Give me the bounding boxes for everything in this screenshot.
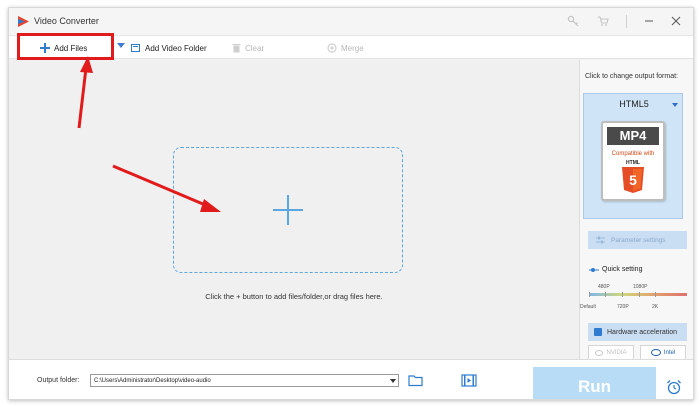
html-label: HTML [626,160,640,166]
clear-label: Clear [245,43,265,53]
slider-icon [589,267,599,272]
cart-icon[interactable] [597,15,609,27]
parameter-settings-button[interactable]: Parameter settings [588,231,687,249]
hw-accel-label: Hardware acceleration [607,328,678,336]
trash-icon [232,44,241,53]
compatible-label: Compatible with [611,151,655,157]
nvidia-button[interactable]: NVIDIA [588,345,634,360]
slider-tick-2k [655,292,656,297]
alarm-clock-icon[interactable] [666,379,682,395]
tick-720p: 720P [617,304,629,310]
drop-zone[interactable] [173,147,403,273]
output-format-selector[interactable]: HTML5 MP4 Compatible with HTML 5 [583,93,683,219]
quick-setting-text: Quick setting [602,266,643,273]
slider-tick-1080p [639,292,640,297]
add-files-highlight [17,33,114,60]
close-icon[interactable] [669,14,683,28]
app-window: Video Converter Add Files Add Video Fold… [8,7,694,400]
sliders-icon [596,236,605,244]
format-name: HTML5 [619,99,649,109]
format-dropdown-icon [672,103,678,107]
open-folder-icon[interactable] [408,374,424,387]
quick-setting-label: Quick setting [589,266,642,273]
slider-tick-480p [605,292,606,297]
intel-icon [650,349,661,356]
nvidia-icon [595,349,604,356]
tick-2k: 2K [652,304,659,310]
add-plus-icon-bar [273,209,303,211]
quality-slider[interactable] [589,293,687,296]
video-folder-icon[interactable] [461,374,477,387]
tick-480p: 480P [598,284,610,290]
add-video-folder-label: Add Video Folder [145,43,207,53]
title-bar: Video Converter [9,8,693,35]
intel-button[interactable]: Intel [640,345,686,360]
add-video-folder-button[interactable]: Add Video Folder [131,42,207,54]
add-folder-icon [131,44,140,52]
titlebar-divider [626,15,627,28]
format-caption: Click to change output format: [585,73,678,80]
output-folder-label: Output folder: [37,377,80,384]
run-button[interactable]: Run [533,367,656,399]
minimize-icon[interactable] [642,14,656,28]
slider-tick-default [589,292,590,297]
app-logo [18,16,29,27]
key-icon[interactable] [567,15,579,27]
merge-button[interactable]: Merge [327,42,364,54]
clear-button[interactable]: Clear [232,42,264,54]
tick-default: Default [580,304,596,310]
add-files-dropdown-icon[interactable] [117,43,125,48]
window-title: Video Converter [34,16,99,26]
intel-label: Intel [663,349,676,356]
format-thumbnail: MP4 Compatible with HTML 5 [601,121,665,201]
html5-shield-icon: 5 [622,167,644,193]
parameter-settings-label: Parameter settings [611,236,666,244]
mp4-label: MP4 [607,127,659,145]
output-folder-field[interactable]: C:\Users\Administrator\Desktop\video-aud… [90,374,399,387]
svg-text:5: 5 [629,172,637,188]
merge-label: Merge [341,43,364,53]
nvidia-label: NVIDIA [606,349,627,356]
output-folder-dropdown-icon[interactable] [390,379,396,383]
drop-hint: Click the + button to add files/folder,o… [205,292,383,301]
tick-1080p: 1080P [633,284,648,290]
slider-tick-720p [622,292,623,297]
hardware-acceleration-toggle[interactable]: Hardware acceleration [588,323,687,341]
chip-icon [594,328,602,336]
merge-icon [327,43,337,53]
